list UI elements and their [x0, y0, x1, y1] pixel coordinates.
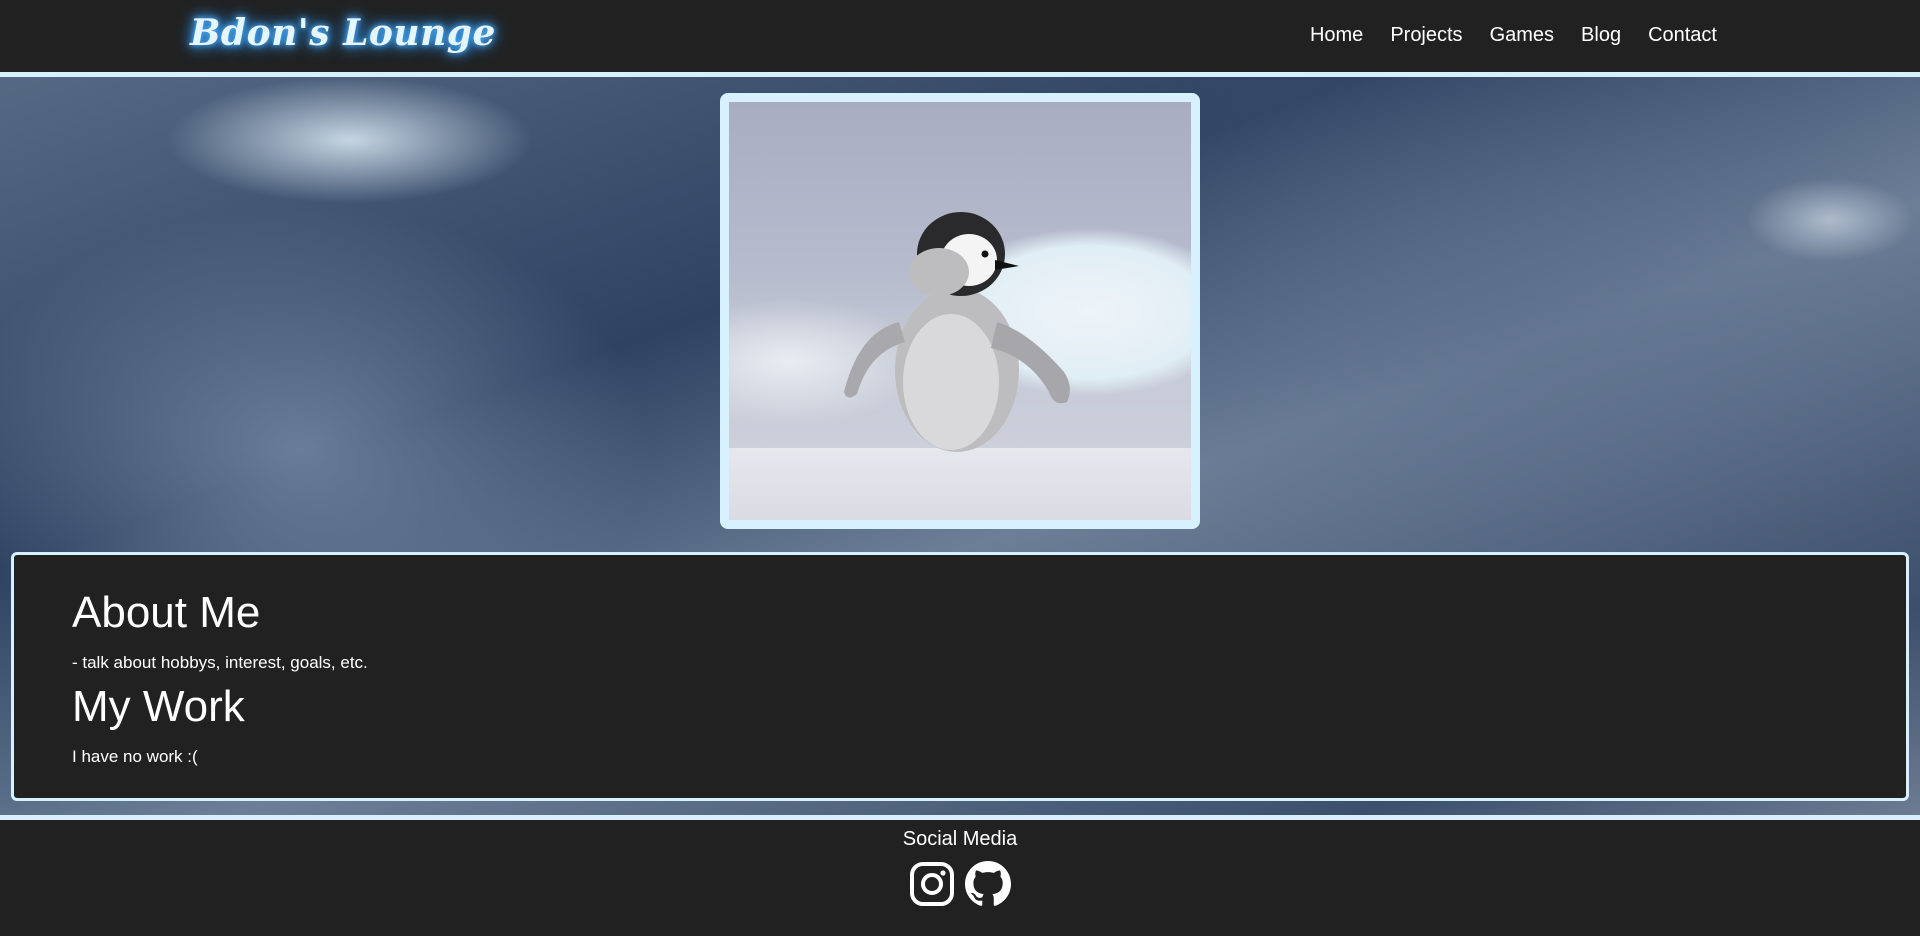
nav-home[interactable]: Home: [1310, 24, 1363, 47]
work-heading: My Work: [72, 682, 245, 731]
instagram-icon[interactable]: [909, 861, 955, 907]
site-logo[interactable]: Bdon's Lounge: [190, 12, 496, 54]
nav-contact[interactable]: Contact: [1648, 24, 1717, 47]
social-icons: [0, 861, 1920, 907]
github-icon[interactable]: [965, 861, 1011, 907]
penguin-photo: [729, 102, 1191, 520]
hero-photo-frame: [720, 93, 1200, 529]
about-heading: About Me: [72, 588, 261, 637]
social-media-title: Social Media: [902, 828, 1018, 850]
site-footer: Social Media: [0, 815, 1920, 936]
main-nav: Home Projects Games Blog Contact: [1310, 24, 1717, 47]
work-text: I have no work :(: [72, 747, 198, 766]
content-panel: About Me - talk about hobbys, interest, …: [11, 552, 1909, 801]
about-text: - talk about hobbys, interest, goals, et…: [72, 653, 368, 672]
nav-projects[interactable]: Projects: [1390, 24, 1462, 47]
nav-blog[interactable]: Blog: [1581, 24, 1621, 47]
nav-games[interactable]: Games: [1490, 24, 1554, 47]
penguin-illustration: [844, 212, 1070, 452]
site-header: Bdon's Lounge Home Projects Games Blog C…: [0, 0, 1920, 77]
